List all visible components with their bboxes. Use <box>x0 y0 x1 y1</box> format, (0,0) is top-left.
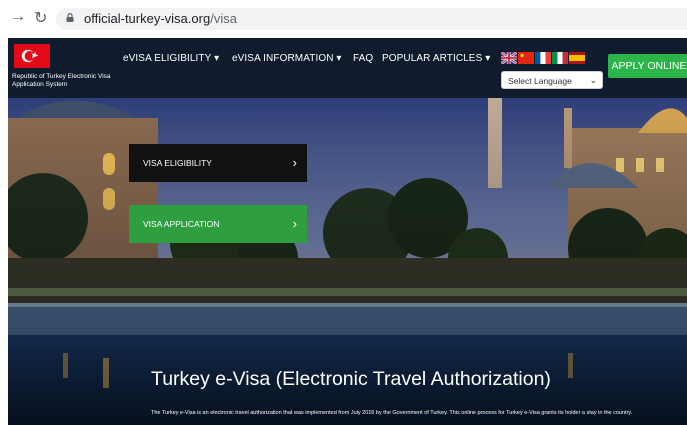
chevron-right-icon: › <box>292 216 297 231</box>
spain-flag-icon[interactable] <box>569 52 585 64</box>
visa-application-button[interactable]: VISA APPLICATION › <box>129 205 307 243</box>
dropdown-caret-icon: ▾ <box>336 53 342 64</box>
hero-section: VISA ELIGIBILITY › VISA APPLICATION › Tu… <box>8 98 687 425</box>
chevron-down-icon: ⌄ <box>589 75 597 85</box>
visa-eligibility-label: VISA ELIGIBILITY <box>143 158 212 168</box>
nav-faq[interactable]: FAQ <box>353 53 373 64</box>
brand-line-1: Republic of Turkey Electronic Visa <box>12 73 111 80</box>
visa-eligibility-button[interactable]: VISA ELIGIBILITY › <box>129 144 307 182</box>
address-bar[interactable]: official-turkey-visa.org/visa <box>56 8 687 30</box>
turkey-flag-logo[interactable] <box>14 44 50 68</box>
brand-line-2: Application System <box>12 81 68 88</box>
hero-description: The Turkey e-Visa is an electronic trave… <box>151 410 633 416</box>
nav-label: eVISA ELIGIBILITY <box>123 53 212 64</box>
italy-flag-icon[interactable] <box>552 52 568 64</box>
nav-popular-articles[interactable]: POPULAR ARTICLES ▾ <box>382 53 490 64</box>
dropdown-caret-icon: ▾ <box>214 53 220 64</box>
site-header: Republic of Turkey Electronic Visa Appli… <box>8 38 687 98</box>
url-text: official-turkey-visa.org/visa <box>84 11 237 26</box>
back-arrow-icon[interactable]: → <box>10 8 26 26</box>
browser-toolbar: → ↻ official-turkey-visa.org/visa <box>0 0 687 36</box>
brand-text: Republic of Turkey Electronic Visa Appli… <box>12 73 122 89</box>
reload-icon[interactable]: ↻ <box>34 8 47 28</box>
visa-application-label: VISA APPLICATION <box>143 219 220 229</box>
dropdown-caret-icon: ▾ <box>485 53 491 64</box>
france-flag-icon[interactable] <box>535 52 551 64</box>
nav-evisa-information[interactable]: eVISA INFORMATION ▾ <box>232 53 342 64</box>
chevron-right-icon: › <box>292 155 297 170</box>
language-select[interactable]: Select Language ⌄ <box>501 71 603 89</box>
url-path: /visa <box>210 11 237 26</box>
china-flag-icon[interactable] <box>518 52 534 64</box>
url-domain: official-turkey-visa.org <box>84 11 211 26</box>
nav-label: FAQ <box>353 53 374 64</box>
language-select-value: Select Language <box>508 76 572 86</box>
apply-online-button[interactable]: APPLY ONLINE <box>608 54 687 78</box>
hero-title: Turkey e-Visa (Electronic Travel Authori… <box>151 368 551 390</box>
lock-icon <box>66 13 74 22</box>
nav-label: eVISA INFORMATION <box>232 53 334 64</box>
website: Republic of Turkey Electronic Visa Appli… <box>8 38 687 425</box>
nav-evisa-eligibility[interactable]: eVISA ELIGIBILITY ▾ <box>123 53 219 64</box>
nav-label: POPULAR ARTICLES <box>382 53 483 64</box>
uk-flag-icon[interactable] <box>501 52 517 64</box>
